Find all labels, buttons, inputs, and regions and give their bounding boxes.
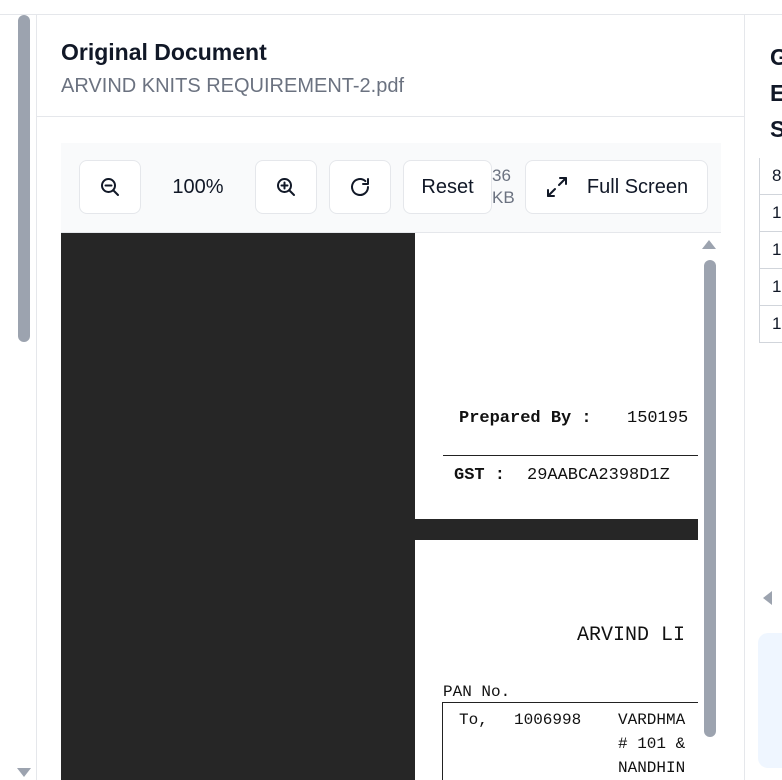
page-divider: [443, 455, 698, 456]
document-scrollbar-thumb[interactable]: [704, 260, 716, 737]
table-row: 8: [760, 158, 782, 195]
zoom-out-icon: [101, 178, 119, 196]
gst-value: 29AABCA2398D1Z: [527, 466, 670, 485]
right-panel-title-line: S: [770, 116, 782, 142]
address-line-3: NANDHIN: [618, 759, 686, 777]
full-screen-label: Full Screen: [586, 175, 689, 198]
viewer-toolbar: 100% Reset 36 KB Full Screen: [61, 143, 721, 233]
document-scrollbar[interactable]: [698, 233, 721, 780]
address-line-2: # 101 &: [618, 735, 686, 753]
panel-header: Original Document ARVIND KNITS REQUIREME…: [37, 15, 745, 117]
panel-title: Original Document: [61, 39, 267, 65]
prepared-by-value: 150195: [627, 409, 689, 428]
right-panel-table: 8 1 1 1 1: [759, 158, 782, 343]
document-page-1: Prepared By : 150195 GST : 29AABCA2398D1…: [415, 233, 698, 519]
zoom-in-icon: [277, 178, 295, 196]
original-document-panel: Original Document ARVIND KNITS REQUIREME…: [37, 15, 745, 780]
to-code: 1006998: [514, 711, 582, 729]
right-panel-title-line: G: [770, 44, 782, 70]
info-card: [758, 633, 782, 768]
to-label: To,: [459, 711, 488, 729]
zoom-out-button[interactable]: [79, 160, 141, 214]
address-line-1: VARDHMA: [618, 711, 686, 729]
company-name: ARVIND LI: [577, 624, 686, 647]
rotate-icon: [351, 178, 369, 196]
table-row: 1: [760, 195, 782, 232]
table-row: 1: [760, 269, 782, 306]
prepared-by-label: Prepared By :: [459, 409, 592, 428]
pan-label: PAN No.: [443, 683, 511, 701]
full-screen-button[interactable]: Full Screen: [525, 160, 708, 214]
file-size: 36 KB: [492, 166, 515, 207]
table-row: 1: [760, 306, 782, 343]
right-panel-title: G E S: [770, 39, 782, 147]
scroll-up-arrow-icon[interactable]: [702, 240, 716, 249]
table-row: 1: [760, 232, 782, 269]
document-filename: ARVIND KNITS REQUIREMENT-2.pdf: [61, 75, 405, 97]
zoom-level: 100%: [172, 175, 224, 198]
gst-label: GST :: [454, 466, 506, 485]
expand-icon: [546, 177, 567, 197]
reset-button[interactable]: Reset: [403, 160, 492, 214]
top-bar: [0, 0, 782, 15]
left-scrollbar-thumb[interactable]: [18, 15, 30, 342]
zoom-in-button[interactable]: [255, 160, 317, 214]
right-panel-title-line: E: [770, 80, 782, 106]
left-scrollbar[interactable]: [0, 15, 37, 780]
rotate-button[interactable]: [329, 160, 391, 214]
scroll-down-arrow-icon[interactable]: [17, 768, 31, 777]
pdf-viewer: 100% Reset 36 KB Full Screen Prepared By…: [61, 143, 721, 780]
document-page-2: ARVIND LI PAN No. To, 1006998 VARDHMA # …: [415, 540, 698, 780]
scroll-left-arrow-icon[interactable]: [763, 591, 772, 605]
right-panel: G E S 8 1 1 1 1: [746, 15, 782, 780]
document-canvas[interactable]: Prepared By : 150195 GST : 29AABCA2398D1…: [61, 233, 721, 780]
